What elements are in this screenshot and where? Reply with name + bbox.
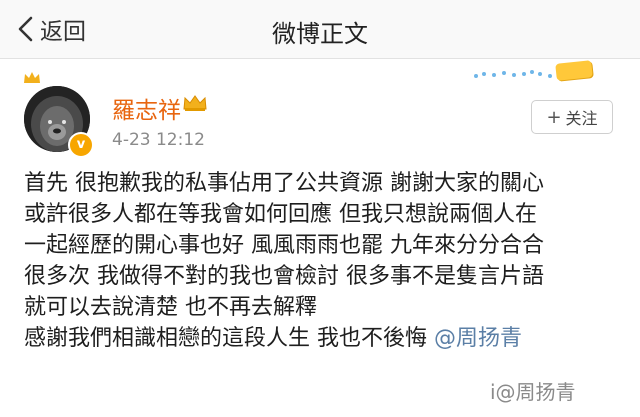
post-line-text: 感謝我們相識相戀的這段人生 我也不後悔 — [24, 326, 434, 351]
plus-icon: + — [546, 106, 562, 128]
post-time: 4-23 12:12 — [112, 130, 205, 150]
follow-label: 关注 — [565, 109, 598, 128]
post-line-last: 感謝我們相識相戀的這段人生 我也不後悔 @周扬青 — [24, 323, 624, 354]
top-bar: 返回 微博正文 — [0, 0, 640, 59]
post-line: 或許很多人都在等我會如何回應 但我只想說兩個人在 — [24, 202, 537, 227]
post-line: 首先 很抱歉我的私事佔用了公共資源 謝謝大家的關心 — [24, 171, 544, 196]
vip-crown-icon — [183, 95, 207, 111]
decoration-badge — [555, 60, 593, 81]
watermark: i@周扬青 — [490, 380, 576, 404]
post-line: 很多次 我做得不對的我也會檢討 很多事不是隻言片語 — [24, 264, 544, 289]
crown-icon — [24, 72, 40, 83]
decoration-dots — [474, 70, 552, 78]
mention-link[interactable]: @周扬青 — [434, 326, 522, 351]
verified-badge: v — [68, 132, 94, 158]
post-content: 首先 很抱歉我的私事佔用了公共資源 謝謝大家的關心 或許很多人都在等我會如何回應… — [24, 168, 624, 354]
post-line: 一起經歷的開心事也好 風風雨雨也罷 九年來分分合合 — [24, 233, 544, 258]
username[interactable]: 羅志祥 — [112, 91, 181, 125]
post-line: 就可以去說清楚 也不再去解釋 — [24, 295, 317, 320]
follow-button[interactable]: + 关注 — [531, 100, 613, 134]
page-title: 微博正文 — [272, 20, 368, 48]
